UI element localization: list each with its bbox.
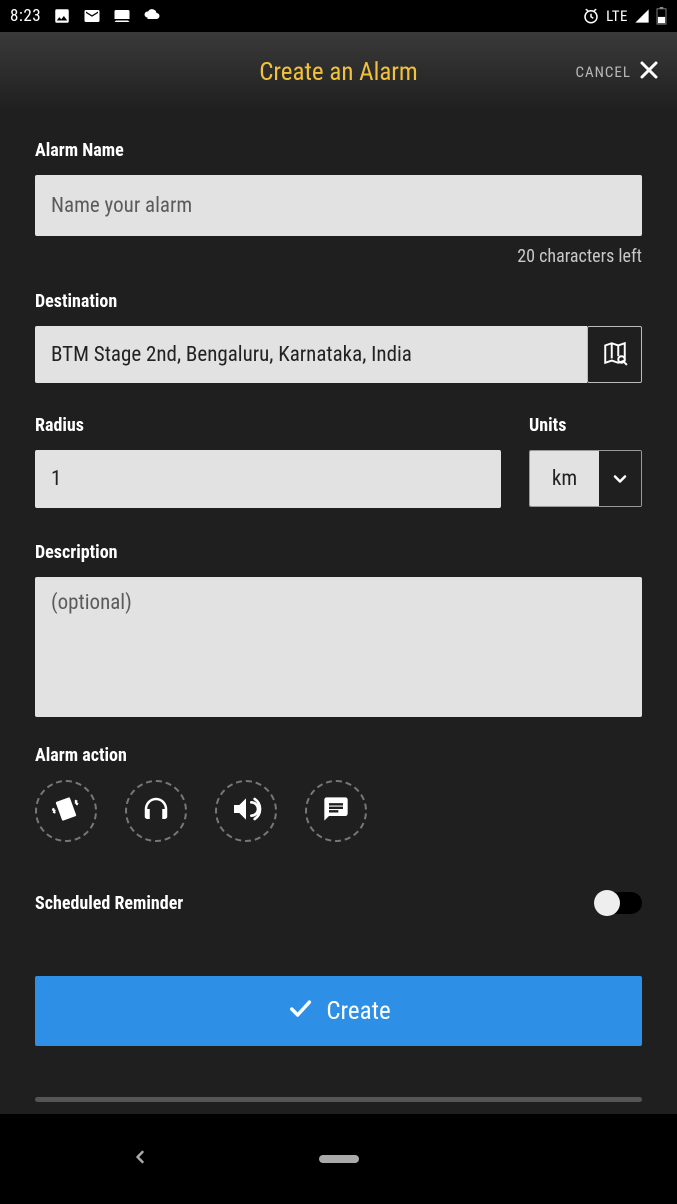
check-icon (286, 994, 314, 1029)
units-select[interactable]: km (529, 450, 642, 507)
page-title: Create an Alarm (259, 58, 418, 87)
alarm-action-label: Alarm action (35, 745, 642, 766)
status-bar: 8:23 LTE (0, 0, 677, 32)
network-label: LTE (606, 7, 628, 25)
scheduled-reminder-switch[interactable] (594, 892, 642, 914)
scheduled-reminder-row: Scheduled Reminder (35, 892, 642, 914)
vibrate-action-button[interactable] (35, 780, 97, 842)
vibrate-icon (51, 794, 81, 828)
cancel-label: CANCEL (575, 63, 631, 81)
close-icon (637, 58, 661, 86)
headphones-action-button[interactable] (125, 780, 187, 842)
alarm-name-section: Alarm Name 20 characters left (35, 140, 642, 267)
description-label: Description (35, 542, 642, 563)
destination-section: Destination (35, 291, 642, 383)
description-input[interactable] (35, 577, 642, 717)
status-time: 8:23 (10, 6, 41, 26)
scheduled-reminder-label: Scheduled Reminder (35, 893, 183, 914)
radius-input[interactable] (35, 450, 501, 508)
header: Create an Alarm CANCEL (0, 32, 677, 112)
description-section: Description (35, 542, 642, 721)
chars-left: 20 characters left (35, 246, 642, 267)
back-button[interactable] (130, 1147, 150, 1171)
nav-bar (0, 1114, 677, 1204)
map-search-icon (602, 340, 628, 370)
status-right: LTE (582, 7, 667, 25)
units-value: km (530, 451, 599, 506)
map-search-button[interactable] (587, 326, 642, 383)
radius-units-section: Radius Units km (35, 415, 642, 508)
status-left: 8:23 (10, 6, 161, 26)
alarm-name-input[interactable] (35, 175, 642, 236)
mail-icon (83, 7, 101, 25)
content: Alarm Name 20 characters left Destinatio… (0, 112, 677, 1114)
alarm-name-label: Alarm Name (35, 140, 642, 161)
image-icon (53, 7, 71, 25)
signal-icon (634, 8, 650, 24)
alarm-icon (582, 7, 600, 25)
units-label: Units (529, 415, 642, 436)
destination-label: Destination (35, 291, 642, 312)
headphones-icon (141, 794, 171, 828)
radius-label: Radius (35, 415, 501, 436)
scroll-indicator[interactable] (35, 1097, 642, 1102)
create-button[interactable]: Create (35, 976, 642, 1046)
message-action-button[interactable] (305, 780, 367, 842)
switch-knob (594, 890, 620, 916)
chevron-down-icon (599, 451, 641, 506)
create-button-label: Create (326, 997, 390, 1026)
message-icon (322, 795, 350, 827)
sound-action-button[interactable] (215, 780, 277, 842)
battery-icon (656, 7, 667, 25)
weather-icon (143, 7, 161, 25)
destination-input[interactable] (35, 326, 587, 383)
alarm-action-section: Alarm action (35, 745, 642, 842)
speaker-icon (230, 793, 262, 829)
home-indicator[interactable] (319, 1155, 359, 1163)
laptop-icon (113, 7, 131, 25)
cancel-button[interactable]: CANCEL (575, 58, 661, 86)
